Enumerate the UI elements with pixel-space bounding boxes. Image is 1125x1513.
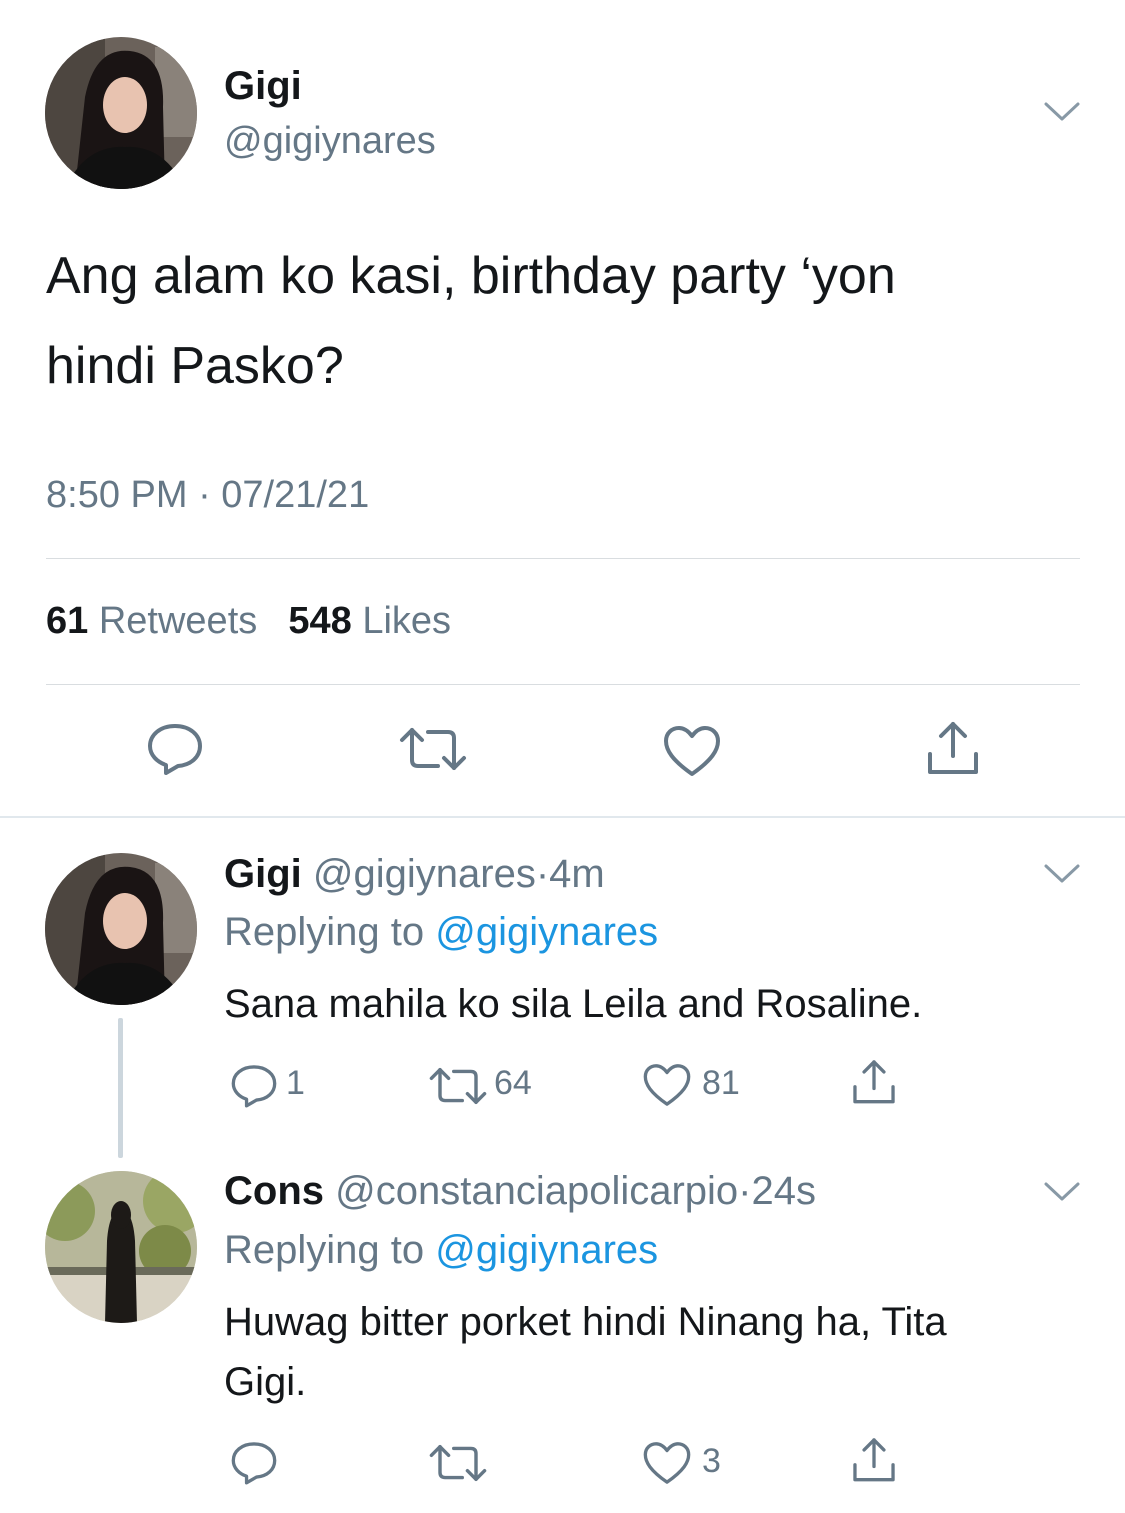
divider [46, 684, 1080, 685]
reply-count: 1 [286, 1064, 305, 1102]
reply-text-line-1: Huwag bitter porket hindi Ninang ha, Tit… [224, 1300, 947, 1344]
author-handle[interactable]: @gigiynares [224, 120, 436, 163]
reply-icon[interactable] [146, 722, 204, 776]
retweet-icon[interactable] [428, 1441, 488, 1485]
divider [46, 558, 1080, 559]
reply-author-handle[interactable]: @constanciapolicarpio [335, 1169, 738, 1213]
like-icon[interactable] [642, 1440, 692, 1486]
reply-author-name[interactable]: Gigi [224, 852, 302, 896]
tweet-timestamp[interactable]: 8:50 PM · 07/21/21 [46, 474, 369, 517]
tweet-text-line-1: Ang alam ko kasi, birthday party ‘yon [46, 247, 896, 305]
avatar-gigi[interactable] [45, 853, 197, 1005]
retweet-count: 64 [494, 1064, 532, 1102]
section-divider [0, 816, 1125, 818]
share-icon[interactable] [850, 1056, 898, 1106]
dot-separator: · [535, 852, 550, 896]
avatar-gigi[interactable] [45, 37, 197, 189]
reply-text: Sana mahila ko sila Leila and Rosaline. [224, 982, 923, 1026]
chevron-down-icon[interactable] [1042, 1180, 1082, 1204]
retweet-icon[interactable] [428, 1064, 488, 1108]
reply-time[interactable]: 24s [752, 1169, 817, 1213]
retweet-label[interactable]: Retweets [99, 600, 257, 642]
chevron-down-icon[interactable] [1042, 862, 1082, 886]
like-count[interactable]: 548 [288, 600, 351, 642]
author-name[interactable]: Gigi [224, 64, 302, 109]
reply-header: Cons @constanciapolicarpio·24s [224, 1169, 816, 1214]
reply-author-handle[interactable]: @gigiynares [313, 852, 536, 896]
reply-author-name[interactable]: Cons [224, 1169, 324, 1213]
share-icon[interactable] [850, 1434, 898, 1484]
like-count: 81 [702, 1064, 740, 1102]
replying-to-link[interactable]: @gigiynares [435, 1228, 658, 1272]
like-icon[interactable] [642, 1062, 692, 1108]
thread-line [118, 1018, 123, 1158]
reply-icon[interactable] [230, 1440, 278, 1486]
reply-header: Gigi @gigiynares·4m [224, 852, 605, 897]
like-label[interactable]: Likes [362, 600, 451, 642]
like-icon[interactable] [662, 724, 722, 778]
replying-to-link[interactable]: @gigiynares [435, 910, 658, 954]
replying-to-label: Replying to [224, 910, 425, 954]
replying-to-label: Replying to [224, 1228, 425, 1272]
retweet-icon[interactable] [398, 724, 468, 774]
reply-time[interactable]: 4m [549, 852, 605, 896]
engagement-stats: 61 Retweets 548 Likes [46, 600, 451, 643]
chevron-down-icon[interactable] [1042, 100, 1082, 124]
replying-to: Replying to @gigiynares [224, 910, 658, 955]
reply-text-line-2: Gigi. [224, 1360, 307, 1404]
tweet-text-line-2: hindi Pasko? [46, 337, 344, 395]
avatar-cons[interactable] [45, 1171, 197, 1323]
like-count: 3 [702, 1442, 721, 1480]
retweet-count[interactable]: 61 [46, 600, 88, 642]
replying-to: Replying to @gigiynares [224, 1228, 658, 1273]
reply-icon[interactable] [230, 1063, 278, 1109]
dot-separator: · [738, 1169, 752, 1213]
share-icon[interactable] [924, 718, 982, 776]
